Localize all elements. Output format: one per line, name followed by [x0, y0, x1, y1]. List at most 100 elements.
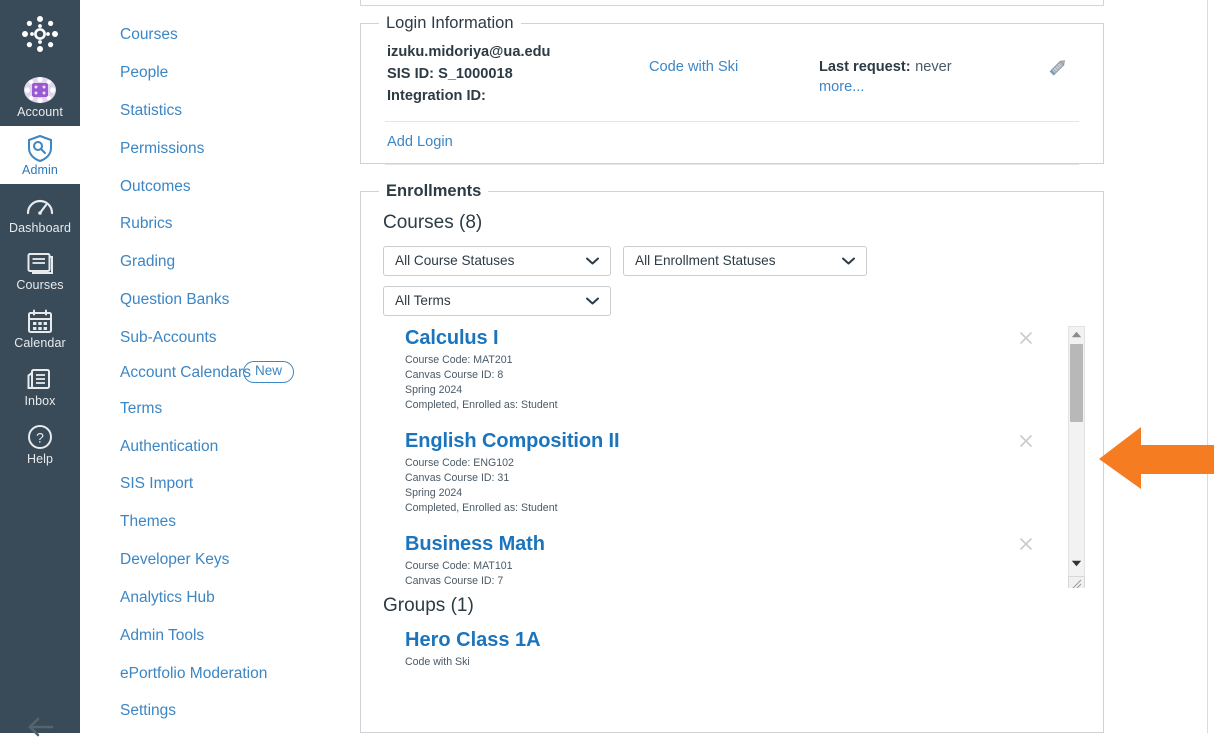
- enrollment-status-filter-value: All Enrollment Statuses: [635, 253, 776, 269]
- sidebar-label: Admin Tools: [120, 626, 205, 644]
- sidebar-label: Settings: [120, 702, 177, 720]
- main-content: Login Information izuku.midoriya@ua.edu …: [346, 0, 1214, 733]
- sidebar-label: Question Banks: [120, 290, 230, 308]
- canvas-logo-icon[interactable]: [12, 6, 68, 62]
- group-meta: Code with Ski: [405, 656, 470, 669]
- global-nav-label-inbox: Inbox: [24, 393, 56, 408]
- chevron-down-icon: [586, 252, 599, 270]
- enrollment-status: Completed, Enrolled as: Student: [405, 398, 558, 411]
- sidebar-item-permissions[interactable]: Permissions: [80, 129, 346, 167]
- remove-enrollment-icon[interactable]: [1019, 537, 1033, 551]
- last-request-label: Last request:: [819, 59, 911, 75]
- group-title-link[interactable]: Hero Class 1A: [405, 629, 541, 651]
- login-information-panel: Login Information izuku.midoriya@ua.edu …: [360, 14, 1104, 165]
- dashboard-gauge-icon: [25, 191, 55, 221]
- course-code: Course Code: MAT101: [405, 559, 513, 572]
- sidebar-item-courses[interactable]: Courses: [80, 16, 346, 54]
- groups-section: Groups (1) Hero Class 1A Code with Ski: [383, 588, 1103, 671]
- course-status-filter-value: All Course Statuses: [395, 253, 515, 269]
- global-nav-label-courses: Courses: [16, 278, 64, 293]
- groups-heading: Groups (1): [383, 594, 474, 616]
- sidebar-item-developer-keys[interactable]: Developer Keys: [80, 541, 346, 579]
- sidebar-label: Authentication: [120, 437, 219, 455]
- divider: [385, 163, 1079, 165]
- sidebar-label: Courses: [120, 26, 178, 44]
- new-badge: New: [243, 361, 295, 384]
- course-code: Course Code: MAT201: [405, 353, 513, 366]
- sidebar-label: People: [120, 64, 169, 82]
- global-nav-label-calendar: Calendar: [14, 336, 66, 350]
- sidebar-label: Analytics Hub: [120, 588, 215, 606]
- global-nav-item-account[interactable]: Account: [0, 68, 80, 126]
- remove-enrollment-icon[interactable]: [1019, 434, 1033, 448]
- global-nav-item-admin[interactable]: Admin: [0, 125, 80, 184]
- term-filter[interactable]: All Terms: [383, 285, 611, 316]
- sidebar-label: Developer Keys: [120, 551, 230, 569]
- authentication-provider-link[interactable]: Code with Ski: [649, 59, 738, 75]
- sidebar-label: Rubrics: [120, 215, 173, 233]
- sidebar-item-sis-import[interactable]: SIS Import: [80, 465, 346, 503]
- course-code: Course Code: ENG102: [405, 456, 514, 469]
- global-nav-label-help: Help: [26, 451, 54, 466]
- login-sis-id: SIS ID: S_1000018: [387, 66, 513, 83]
- last-request-value: never: [915, 59, 952, 75]
- collapse-nav-icon[interactable]: [0, 715, 80, 741]
- sidebar-item-settings[interactable]: Settings: [80, 692, 346, 730]
- sidebar-item-themes[interactable]: Themes: [80, 503, 346, 541]
- resize-grip-handle[interactable]: [1068, 575, 1085, 588]
- canvas-course-id: Canvas Course ID: 31: [405, 471, 510, 484]
- courses-book-icon: [26, 248, 54, 278]
- course-status-filter[interactable]: All Course Statuses: [383, 245, 611, 276]
- global-nav-item-help[interactable]: ? Help: [0, 415, 80, 473]
- sidebar-item-statistics[interactable]: Statistics: [80, 92, 346, 130]
- course-enrollment-item: Business Math Course Code: MAT101 Canvas…: [383, 532, 1083, 588]
- sidebar-label: Sub-Accounts: [120, 328, 217, 346]
- sidebar-item-eportfolio-moderation[interactable]: ePortfolio Moderation: [80, 654, 346, 692]
- login-identity-block: izuku.midoriya@ua.edu SIS ID: S_1000018 …: [387, 41, 649, 108]
- global-nav-label-account: Account: [17, 105, 63, 119]
- enrollment-status-filter[interactable]: All Enrollment Statuses: [623, 245, 867, 276]
- sidebar-label: Permissions: [120, 139, 205, 157]
- sidebar-label: Account Calendars: [120, 364, 251, 382]
- add-login-link[interactable]: Add Login: [387, 134, 453, 150]
- term-filter-value: All Terms: [395, 293, 451, 309]
- sidebar-item-outcomes[interactable]: Outcomes: [80, 167, 346, 205]
- sidebar-label: Grading: [120, 253, 176, 271]
- login-email: izuku.midoriya@ua.edu: [387, 44, 551, 60]
- chevron-down-icon: [586, 292, 599, 310]
- sidebar-item-question-banks[interactable]: Question Banks: [80, 281, 346, 319]
- help-question-icon: ?: [27, 422, 53, 452]
- group-item: Hero Class 1A Code with Ski: [383, 628, 1103, 670]
- inbox-icon: [26, 364, 54, 394]
- sidebar-item-rubrics[interactable]: Rubrics: [80, 205, 346, 243]
- scrollbar-thumb[interactable]: [1070, 343, 1083, 422]
- sidebar-item-people[interactable]: People: [80, 54, 346, 92]
- global-nav-item-courses[interactable]: Courses: [0, 241, 80, 299]
- content-right-divider: [1207, 0, 1208, 733]
- sidebar-label: Statistics: [120, 101, 183, 119]
- pencil-edit-icon[interactable]: [1047, 56, 1069, 108]
- global-nav-item-inbox[interactable]: Inbox: [0, 357, 80, 415]
- sidebar-label: ePortfolio Moderation: [120, 664, 268, 682]
- sidebar-item-sub-accounts[interactable]: Sub-Accounts: [80, 319, 346, 357]
- sidebar-item-account-calendars[interactable]: Account Calendars New: [80, 356, 295, 389]
- global-nav-label-dashboard: Dashboard: [8, 220, 72, 235]
- sidebar-item-analytics-hub[interactable]: Analytics Hub: [80, 579, 346, 617]
- global-nav-item-calendar[interactable]: Calendar: [0, 299, 80, 357]
- course-title-link[interactable]: English Composition II: [405, 429, 620, 453]
- global-nav-label-admin: Admin: [22, 162, 58, 177]
- scroll-down-arrow-icon[interactable]: [1069, 556, 1084, 571]
- course-title-link[interactable]: Business Math: [405, 532, 545, 556]
- sidebar-item-authentication[interactable]: Authentication: [80, 427, 346, 465]
- remove-enrollment-icon[interactable]: [1019, 331, 1033, 345]
- scroll-up-arrow-icon[interactable]: [1069, 327, 1084, 342]
- enrollments-scrollbar[interactable]: [1068, 325, 1085, 588]
- sidebar-item-admin-tools[interactable]: Admin Tools: [80, 616, 346, 654]
- sidebar-item-grading[interactable]: Grading: [80, 243, 346, 281]
- global-nav-item-dashboard[interactable]: Dashboard: [0, 184, 80, 242]
- more-link[interactable]: more...: [819, 79, 864, 95]
- enrollments-scroll-region[interactable]: Calculus I Course Code: MAT201 Canvas Co…: [383, 325, 1101, 588]
- sidebar-item-terms[interactable]: Terms: [80, 390, 346, 428]
- enrollments-panel: Enrollments Courses (8) All Course Statu…: [360, 182, 1104, 733]
- course-title-link[interactable]: Calculus I: [405, 326, 499, 350]
